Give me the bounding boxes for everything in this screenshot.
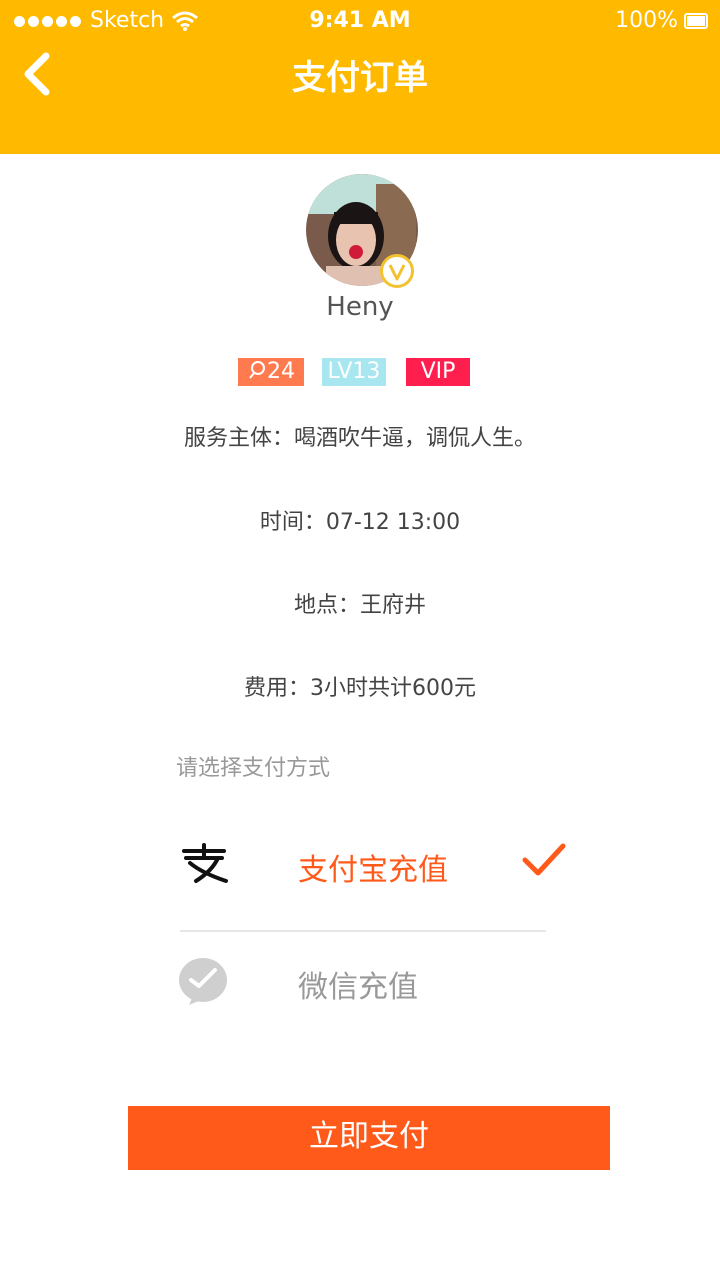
status-time: 9:41 AM bbox=[309, 8, 411, 33]
alipay-option[interactable]: 支付宝充值 bbox=[298, 845, 448, 889]
order-time: 时间：07-12 13:00 bbox=[259, 510, 461, 535]
wechat-option[interactable]: 微信充值 bbox=[298, 962, 418, 1006]
verified-icon bbox=[380, 254, 414, 288]
chat-icon bbox=[249, 361, 265, 379]
payment-prompt: 请选择支付方式 bbox=[176, 756, 331, 781]
battery-icon bbox=[684, 13, 708, 29]
page-title: 支付订单 bbox=[292, 58, 428, 98]
app-header: Sketch 9:41 AM 100% 支付订单 bbox=[0, 0, 720, 154]
checkmark-icon bbox=[522, 843, 566, 876]
pay-now-button[interactable]: 立即支付 bbox=[128, 1106, 610, 1170]
order-service: 服务主体：喝酒吹牛逼，调侃人生。 bbox=[183, 426, 536, 451]
vip-badge: VIP bbox=[406, 358, 470, 386]
wechat-icon[interactable] bbox=[177, 956, 229, 1006]
battery-status: 100% bbox=[615, 6, 708, 36]
user-name: Heny bbox=[326, 292, 394, 322]
divider bbox=[180, 930, 546, 932]
level-badge: LV13 bbox=[322, 358, 386, 386]
alipay-icon[interactable] bbox=[178, 843, 232, 885]
order-place: 地点：王府井 bbox=[293, 593, 426, 618]
order-cost: 费用：3小时共计600元 bbox=[244, 676, 476, 701]
battery-percent: 100% bbox=[615, 8, 678, 33]
message-count-badge: 24 bbox=[238, 358, 304, 386]
